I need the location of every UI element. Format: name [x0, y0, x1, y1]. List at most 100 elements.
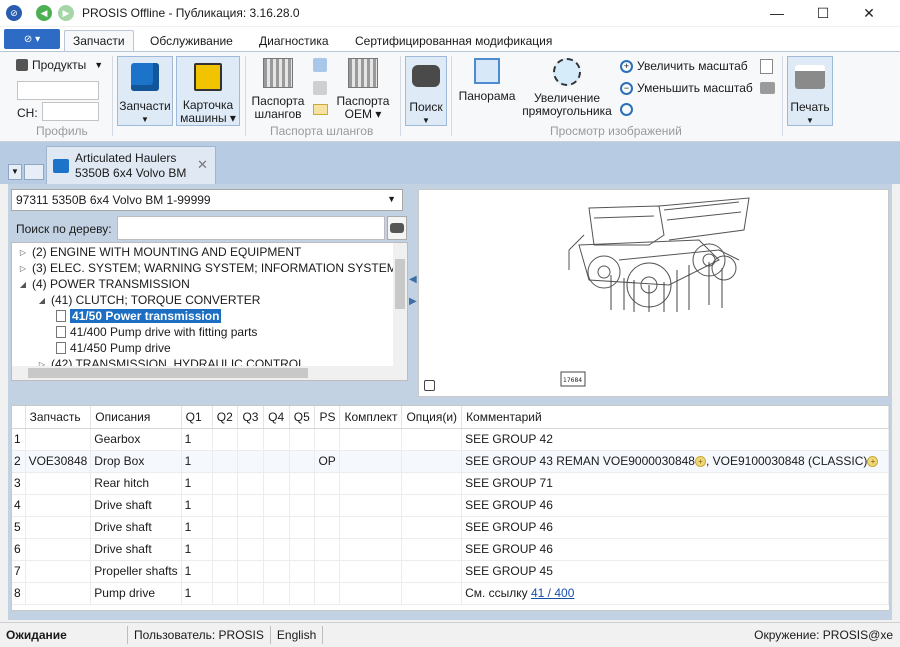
- ch-input[interactable]: [42, 102, 99, 121]
- column-header[interactable]: Q4: [263, 406, 290, 429]
- q1-cell: 1: [181, 494, 213, 517]
- collapse-icon[interactable]: ◢: [37, 296, 47, 305]
- oem-passport-button[interactable]: Паспорта OEM ▾: [335, 56, 391, 122]
- hose-icon: [263, 58, 293, 88]
- tab-parts[interactable]: Запчасти: [64, 30, 134, 51]
- ps-cell: [314, 494, 341, 517]
- column-header[interactable]: Комментарий: [461, 406, 889, 429]
- tree-horizontal-scrollbar[interactable]: [12, 366, 407, 380]
- column-header[interactable]: Запчасть: [25, 406, 92, 429]
- copy-icon[interactable]: [760, 59, 773, 74]
- part-cell: [25, 582, 92, 605]
- tree-search-input[interactable]: [117, 216, 385, 240]
- window-title: PROSIS Offline - Публикация: 3.16.28.0: [82, 6, 300, 20]
- table-row[interactable]: 4 Drive shaft 1 SEE GROUP 46: [12, 494, 889, 517]
- panorama-button[interactable]: Панорама: [456, 56, 518, 116]
- document-tab[interactable]: Articulated Haulers 5350B 6x4 Volvo BM ✕: [46, 146, 216, 184]
- status-environment: Окружение: PROSIS@xe: [754, 628, 893, 642]
- zoom-in-button[interactable]: + Увеличить масштаб: [620, 59, 748, 73]
- tree-item[interactable]: ◢ (41) CLUTCH; TORQUE CONVERTER: [37, 292, 260, 308]
- expand-icon[interactable]: ▷: [18, 248, 28, 257]
- maximize-button[interactable]: ☐: [800, 0, 846, 26]
- column-header[interactable]: Q3: [237, 406, 265, 429]
- tree-item[interactable]: ▷ (2) ENGINE WITH MOUNTING AND EQUIPMENT: [18, 244, 301, 260]
- tab-certified-modification[interactable]: Сертифицированная модификация: [347, 30, 560, 51]
- table-row[interactable]: 5 Drive shaft 1 SEE GROUP 46: [12, 516, 889, 539]
- document-tab-title: Articulated Haulers: [75, 151, 177, 165]
- expand-icon[interactable]: ▷: [18, 264, 28, 273]
- column-header[interactable]: Описания: [90, 406, 182, 429]
- print-small-icon[interactable]: [760, 82, 775, 94]
- print-button[interactable]: Печать ▼: [787, 56, 833, 126]
- tree-vertical-scrollbar[interactable]: [393, 243, 407, 367]
- comment-text: См. ссылку: [465, 586, 531, 600]
- description-cell: Drive shaft: [90, 538, 182, 561]
- tree-item-selected[interactable]: 41/50 Power transmission: [56, 308, 222, 324]
- column-header[interactable]: Q5: [289, 406, 316, 429]
- column-header[interactable]: Опция(и): [401, 406, 463, 429]
- parts-button[interactable]: Запчасти ▼: [117, 56, 173, 126]
- close-window-button[interactable]: ✕: [846, 0, 892, 26]
- table-row[interactable]: 8 Pump drive 1 См. ссылку 41 / 400: [12, 582, 889, 605]
- table-row[interactable]: 1 Gearbox 1 SEE GROUP 42: [12, 428, 889, 451]
- part-cell: [25, 472, 92, 495]
- row-number: 6: [12, 538, 26, 561]
- cube-small-icon[interactable]: [313, 58, 327, 72]
- column-header[interactable]: Q2: [212, 406, 239, 429]
- column-header[interactable]: PS: [314, 406, 341, 429]
- image-checkbox[interactable]: [424, 380, 435, 391]
- tab-diagnostics[interactable]: Диагностика: [251, 30, 337, 51]
- mail-icon[interactable]: [313, 104, 328, 115]
- rect-zoom-button[interactable]: Увеличение прямоугольника: [519, 56, 615, 122]
- table-row[interactable]: 2 VOE30848 Drop Box 1 OP SEE GROUP 43 REMAN V…: [12, 450, 889, 473]
- document-small-icon[interactable]: [313, 81, 327, 95]
- close-icon[interactable]: ✕: [197, 157, 208, 173]
- tab-list-dropdown[interactable]: ▼: [8, 164, 22, 180]
- description-cell: Drive shaft: [90, 516, 182, 539]
- table-row[interactable]: 3 Rear hitch 1 SEE GROUP 71: [12, 472, 889, 495]
- tree-item-label: (2) ENGINE WITH MOUNTING AND EQUIPMENT: [32, 245, 302, 259]
- zoom-out-button[interactable]: − Уменьшить масштаб: [620, 81, 753, 95]
- tab-scroll[interactable]: [24, 164, 44, 180]
- minimize-button[interactable]: —: [754, 0, 800, 26]
- search-button[interactable]: Поиск ▼: [405, 56, 447, 126]
- column-header[interactable]: Комплект: [339, 406, 403, 429]
- products-dropdown[interactable]: Продукты ▼: [16, 58, 103, 72]
- scroll-thumb[interactable]: [395, 259, 405, 309]
- model-select[interactable]: 97311 5350B 6x4 Volvo BM 1-99999 ▼: [11, 189, 403, 211]
- page-icon: [56, 310, 66, 322]
- tree-search-button[interactable]: [387, 216, 407, 240]
- zoom-fit-icon[interactable]: [620, 103, 633, 116]
- info-icon[interactable]: +: [867, 456, 879, 468]
- machine-card-icon: [194, 63, 222, 91]
- collapse-left-icon[interactable]: ◀: [409, 274, 417, 285]
- print-button-label: Печать: [790, 100, 830, 114]
- reference-link[interactable]: 41 / 400: [531, 586, 574, 600]
- hose-passport-button[interactable]: Паспорта шлангов: [250, 56, 306, 122]
- info-icon[interactable]: +: [694, 456, 706, 468]
- table-row[interactable]: 7 Propeller shafts 1 SEE GROUP 45: [12, 560, 889, 583]
- machine-card-button[interactable]: Карточка машины ▾: [176, 56, 240, 126]
- q1-cell: 1: [181, 582, 213, 605]
- tree-item-label: (3) ELEC. SYSTEM; WARNING SYSTEM; INFORM…: [32, 261, 408, 275]
- page-icon: [56, 326, 66, 338]
- column-header[interactable]: Q1: [181, 406, 213, 429]
- comment-cell: См. ссылку 41 / 400: [461, 582, 889, 605]
- app-menu-button[interactable]: ⊘ ▾: [4, 29, 60, 49]
- back-icon[interactable]: ◀: [36, 5, 52, 21]
- exploded-view-image[interactable]: 17684: [418, 189, 889, 397]
- separator: [451, 56, 452, 136]
- tab-service[interactable]: Обслуживание: [142, 30, 241, 51]
- tree-item[interactable]: ◢ (4) POWER TRANSMISSION: [18, 276, 190, 292]
- tree-item[interactable]: 41/450 Pump drive: [56, 340, 171, 356]
- scroll-thumb[interactable]: [28, 368, 308, 378]
- product-input[interactable]: [17, 81, 99, 100]
- table-row[interactable]: 6 Drive shaft 1 SEE GROUP 46: [12, 538, 889, 561]
- part-cell: [25, 428, 92, 451]
- collapse-icon[interactable]: ◢: [18, 280, 28, 289]
- forward-icon[interactable]: ▶: [58, 5, 74, 21]
- tree-item[interactable]: ▷ (3) ELEC. SYSTEM; WARNING SYSTEM; INFOR…: [18, 260, 408, 276]
- expand-right-icon[interactable]: ▶: [409, 296, 417, 307]
- zoom-out-icon: −: [620, 81, 633, 95]
- tree-item[interactable]: 41/400 Pump drive with fitting parts: [56, 324, 257, 340]
